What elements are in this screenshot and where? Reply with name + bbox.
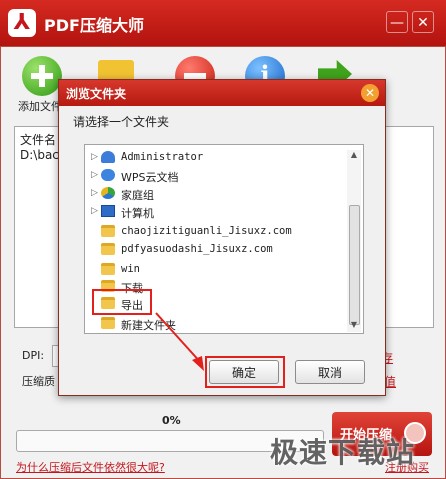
dialog-close-button[interactable]: ✕ [361,84,379,102]
app-title: PDF压缩大师 [44,16,144,35]
browse-folder-dialog: 浏览文件夹 ✕ 请选择一个文件夹 ▷ Administrator ▷ WPS云文… [58,79,386,396]
tree-item-folder[interactable]: chaojizitiguanli_Jisuxz.com [85,223,347,241]
close-window-button[interactable]: ✕ [412,11,434,33]
expand-arrow-icon[interactable]: ▷ [91,206,98,216]
dialog-titlebar: 浏览文件夹 ✕ [59,80,385,106]
tree-item-label: pdfyasuodashi_Jisuxz.com [121,243,273,255]
quality-label: 压缩质 [22,375,55,388]
homegroup-icon [101,187,115,199]
export-highlight-box [92,289,152,315]
tree-item-folder[interactable]: pdfyasuodashi_Jisuxz.com [85,241,347,259]
tree-item-computer[interactable]: ▷ 计算机 [85,203,347,221]
add-file-icon[interactable] [22,56,62,96]
watermark: 极速下载站 [270,436,416,469]
tree-item-label: Administrator [121,151,204,163]
tree-item-label: 新建文件夹 [121,319,176,332]
minimize-button[interactable]: — [386,11,408,33]
folder-icon [101,225,115,237]
user-icon [101,151,115,163]
folder-icon [101,317,115,329]
scroll-thumb[interactable] [349,205,360,325]
progress-percent: 0% [162,414,181,427]
pdf-logo-icon: ⅄ [8,9,36,37]
tree-item-administrator[interactable]: ▷ Administrator [85,149,347,167]
add-file-label: 添加文件 [18,100,62,113]
computer-icon [101,205,115,217]
expand-arrow-icon[interactable]: ▷ [91,152,98,162]
scroll-down-icon[interactable]: ▼ [347,320,361,332]
tree-item-folder[interactable]: win [85,261,347,279]
expand-arrow-icon[interactable]: ▷ [91,188,98,198]
tree-item-label: chaojizitiguanli_Jisuxz.com [121,225,292,237]
cloud-icon [101,169,115,181]
tree-item-new-folder[interactable]: 新建文件夹 [85,315,347,333]
help-link[interactable]: 为什么压缩后文件依然很大呢? [16,459,165,475]
dialog-title: 浏览文件夹 [66,87,127,101]
cancel-button[interactable]: 取消 [295,360,365,384]
ok-highlight-box [205,356,285,388]
tree-item-label: win [121,263,140,275]
column-header-name[interactable]: 文件名 [20,131,56,148]
tree-item-wps-cloud[interactable]: ▷ WPS云文档 [85,167,347,185]
main-titlebar: ⅄ PDF压缩大师 — ✕ [0,0,446,46]
tree-scrollbar[interactable]: ▲ ▼ [347,150,361,332]
folder-icon [101,263,115,275]
scroll-up-icon[interactable]: ▲ [347,150,361,162]
tree-item-label: 家庭组 [121,189,154,202]
dialog-prompt: 请选择一个文件夹 [73,115,170,129]
tree-item-homegroup[interactable]: ▷ 家庭组 [85,185,347,203]
tree-item-label: 计算机 [121,207,154,220]
tree-item-label: WPS云文档 [121,171,179,184]
folder-icon [101,243,115,255]
dpi-label: DPI: [22,349,45,362]
expand-arrow-icon[interactable]: ▷ [91,170,98,180]
